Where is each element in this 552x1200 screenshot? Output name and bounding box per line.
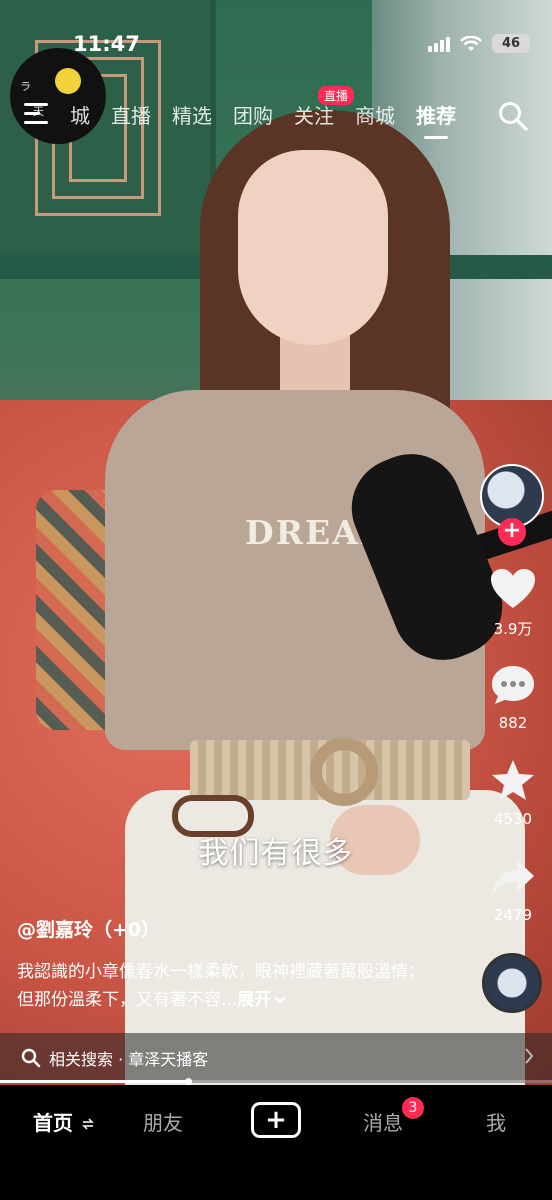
refresh-swap-icon	[82, 1118, 94, 1130]
expand-link[interactable]: 展开	[237, 990, 287, 1010]
tab-city[interactable]: 城	[70, 100, 90, 129]
follow-plus-button[interactable]: +	[498, 518, 526, 546]
comment-button[interactable]: 882	[478, 664, 548, 732]
share-count: 2479	[493, 906, 533, 924]
post-description: 我認識的小章像春水一樣柔軟，眼神裡藏著萬般溫情；但那份溫柔下，又有著不容...展…	[17, 958, 427, 1014]
tab-friends[interactable]: 朋友	[143, 1107, 183, 1136]
comment-icon	[492, 666, 534, 704]
music-disc-icon[interactable]	[482, 953, 542, 1013]
star-icon	[492, 760, 534, 800]
tab-mall[interactable]: 商城	[355, 100, 395, 129]
tab-live[interactable]: 直播	[111, 100, 151, 129]
status-time: 11:47	[73, 32, 140, 56]
chevron-right-icon	[525, 1048, 534, 1064]
tab-home[interactable]: 首页	[33, 1107, 94, 1136]
wifi-icon	[460, 35, 482, 51]
expand-label: 展开	[237, 990, 272, 1010]
menu-icon[interactable]	[24, 103, 50, 127]
status-icons: 46	[428, 34, 530, 53]
tab-featured[interactable]: 精选	[172, 100, 212, 129]
video-subtitle: 我们有很多	[198, 836, 354, 871]
favorite-count: 4530	[493, 810, 533, 828]
related-search-label: 相关搜索 · 章泽天播客	[49, 1050, 209, 1069]
top-nav: 城 直播 精选 团购 关注 直播 商城 推荐	[70, 86, 477, 139]
app-screen: DREAMER 11:47 46 ラ 天 城 直播 精选 团购 关注	[0, 0, 552, 1200]
tab-recommended[interactable]: 推荐	[416, 100, 456, 139]
author-name[interactable]: @劉嘉玲（+0）	[17, 915, 160, 942]
create-post-button[interactable]: +	[251, 1102, 301, 1138]
progress-fill	[0, 1080, 188, 1083]
tab-following-label: 关注	[294, 104, 334, 128]
favorite-button[interactable]: 4530	[478, 758, 548, 828]
chevron-down-icon	[274, 996, 287, 1004]
tab-messages[interactable]: 消息	[363, 1107, 403, 1136]
tab-me[interactable]: 我	[486, 1107, 506, 1136]
avatar-decoration: ラ	[20, 80, 31, 93]
related-search-bar[interactable]: 相关搜索 · 章泽天播客	[0, 1033, 552, 1083]
bottom-tab-bar: 首页 朋友 + 消息 3 我	[0, 1085, 552, 1200]
description-text: 我認識的小章像春水一樣柔軟，眼神裡藏著萬般溫情；但那份溫柔下，又有著不容...	[17, 962, 425, 1010]
comment-count: 882	[498, 714, 528, 732]
progress-knob[interactable]	[184, 1078, 192, 1085]
messages-badge: 3	[402, 1097, 424, 1119]
tab-home-label: 首页	[33, 1111, 73, 1135]
avatar-moon-icon	[55, 68, 81, 94]
heart-icon	[491, 569, 535, 608]
search-icon	[21, 1048, 41, 1068]
cellular-signal-icon	[428, 36, 450, 52]
playback-progress[interactable]	[0, 1078, 552, 1085]
like-button[interactable]: 3.9万	[478, 568, 548, 639]
profile-avatar[interactable]: ラ 天	[10, 48, 106, 144]
like-count: 3.9万	[493, 620, 533, 638]
search-icon[interactable]	[498, 101, 528, 131]
live-badge: 直播	[318, 86, 355, 105]
belt-buckle	[310, 738, 378, 806]
tab-group-buy[interactable]: 团购	[233, 100, 273, 129]
battery-indicator: 46	[492, 34, 530, 53]
tab-following[interactable]: 关注 直播	[294, 86, 355, 129]
person-face	[238, 150, 388, 345]
